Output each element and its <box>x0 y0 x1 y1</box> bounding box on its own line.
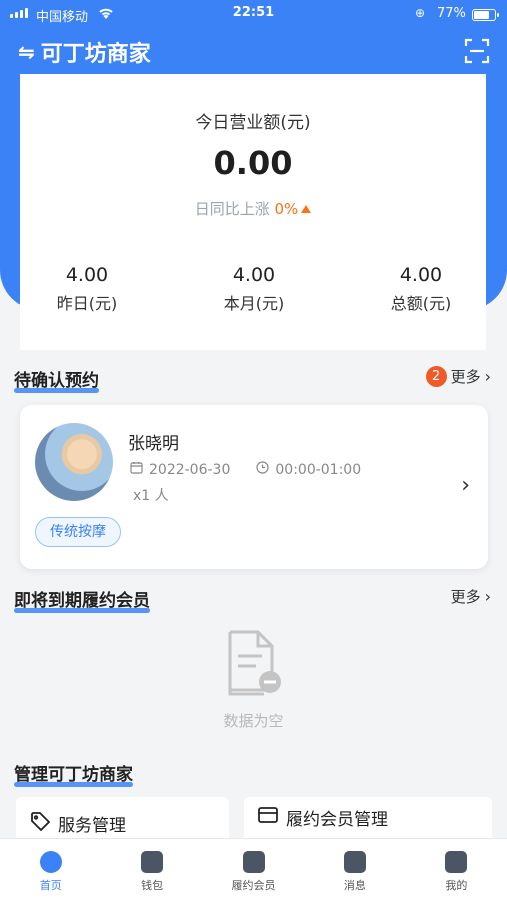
card-label: 履约会员管理 <box>286 810 388 830</box>
stat-yesterday: 4.00 昨日(元) <box>27 264 147 314</box>
appointment-card[interactable]: 张晓明 2022-06-30 00:00-01:00 x1 人 传统按摩 › <box>20 405 488 569</box>
tag-icon <box>30 811 51 836</box>
chevron-right-icon[interactable]: › <box>461 473 470 498</box>
revenue-summary-card: 今日营业额(元) 0.00 日同比上涨 0% 4.00 昨日(元) 4.00 本… <box>20 74 486 350</box>
service-tag: 传统按摩 <box>35 517 121 547</box>
tab-label: 钱包 <box>141 879 164 892</box>
stat-value: 4.00 <box>232 264 276 286</box>
tab-label: 履约会员 <box>231 879 276 892</box>
compare-label: 日同比上涨 <box>194 200 270 218</box>
pending-section-title: 待确认预约 <box>14 371 99 393</box>
stat-month: 4.00 本月(元) <box>194 264 314 314</box>
appointment-meta: 2022-06-30 00:00-01:00 <box>130 461 361 478</box>
tab-members[interactable]: 履约会员 <box>203 839 304 900</box>
app-title-text: 可丁坊商家 <box>40 42 151 67</box>
people-count: x1 人 <box>133 488 169 504</box>
pending-more-link[interactable]: 2 更多 › <box>425 366 491 387</box>
compare-value: 0% <box>274 200 299 218</box>
expiring-section-title: 即将到期履约会员 <box>14 591 150 613</box>
tab-profile[interactable]: 我的 <box>406 839 507 900</box>
appointment-date: 2022-06-30 <box>149 461 231 478</box>
chevron-right-icon: › <box>484 587 491 606</box>
stat-label: 总额(元) <box>390 294 452 313</box>
scan-icon[interactable] <box>464 38 490 64</box>
customer-name: 张晓明 <box>128 434 179 454</box>
manage-section-title: 管理可丁坊商家 <box>14 765 133 787</box>
stat-label: 昨日(元) <box>56 294 118 313</box>
empty-document-icon <box>224 628 284 698</box>
more-label: 更多 <box>450 368 481 386</box>
dashboard-icon <box>39 851 62 873</box>
card-icon <box>258 807 278 828</box>
battery-percentage: 77% <box>437 6 466 21</box>
app-title[interactable]: ⇋ 可丁坊商家 <box>18 36 151 68</box>
day-over-day-compare: 日同比上涨 0% <box>20 198 486 219</box>
stat-total: 4.00 总额(元) <box>361 264 481 314</box>
more-label: 更多 <box>450 588 481 606</box>
card-label: 服务管理 <box>58 816 126 836</box>
stat-label: 本月(元) <box>223 294 285 313</box>
swap-icon[interactable]: ⇋ <box>18 40 35 64</box>
calendar-icon <box>130 461 143 478</box>
tab-messages[interactable]: 消息 <box>304 839 405 900</box>
up-arrow-icon <box>301 205 312 213</box>
tab-label: 消息 <box>343 879 366 892</box>
wallet-icon <box>141 851 164 873</box>
bottom-tab-bar: 首页 钱包 履约会员 消息 我的 <box>0 838 507 900</box>
battery-icon <box>472 9 499 21</box>
members-icon <box>242 851 265 873</box>
status-bar: 中国移动 22:51 ⊕ 77% <box>0 0 507 30</box>
tab-home[interactable]: 首页 <box>0 839 101 900</box>
tab-label: 我的 <box>445 879 468 892</box>
today-revenue-label: 今日营业额(元) <box>195 113 311 133</box>
tab-wallet[interactable]: 钱包 <box>101 839 202 900</box>
rotation-lock-icon: ⊕ <box>415 6 426 20</box>
message-icon <box>343 851 366 873</box>
avatar <box>35 423 113 501</box>
today-revenue-amount: 0.00 <box>213 144 293 182</box>
empty-state-text: 数据为空 <box>223 712 284 730</box>
tab-label: 首页 <box>39 879 62 892</box>
stat-value: 4.00 <box>65 264 109 286</box>
clock: 22:51 <box>232 5 275 20</box>
expiring-more-link[interactable]: 更多 › <box>451 586 491 607</box>
stat-value: 4.00 <box>399 264 443 286</box>
pending-count-badge: 2 <box>425 366 447 387</box>
appointment-time: 00:00-01:00 <box>275 461 362 478</box>
chevron-right-icon: › <box>484 367 491 386</box>
profile-icon <box>445 851 468 873</box>
clock-icon <box>256 461 269 478</box>
